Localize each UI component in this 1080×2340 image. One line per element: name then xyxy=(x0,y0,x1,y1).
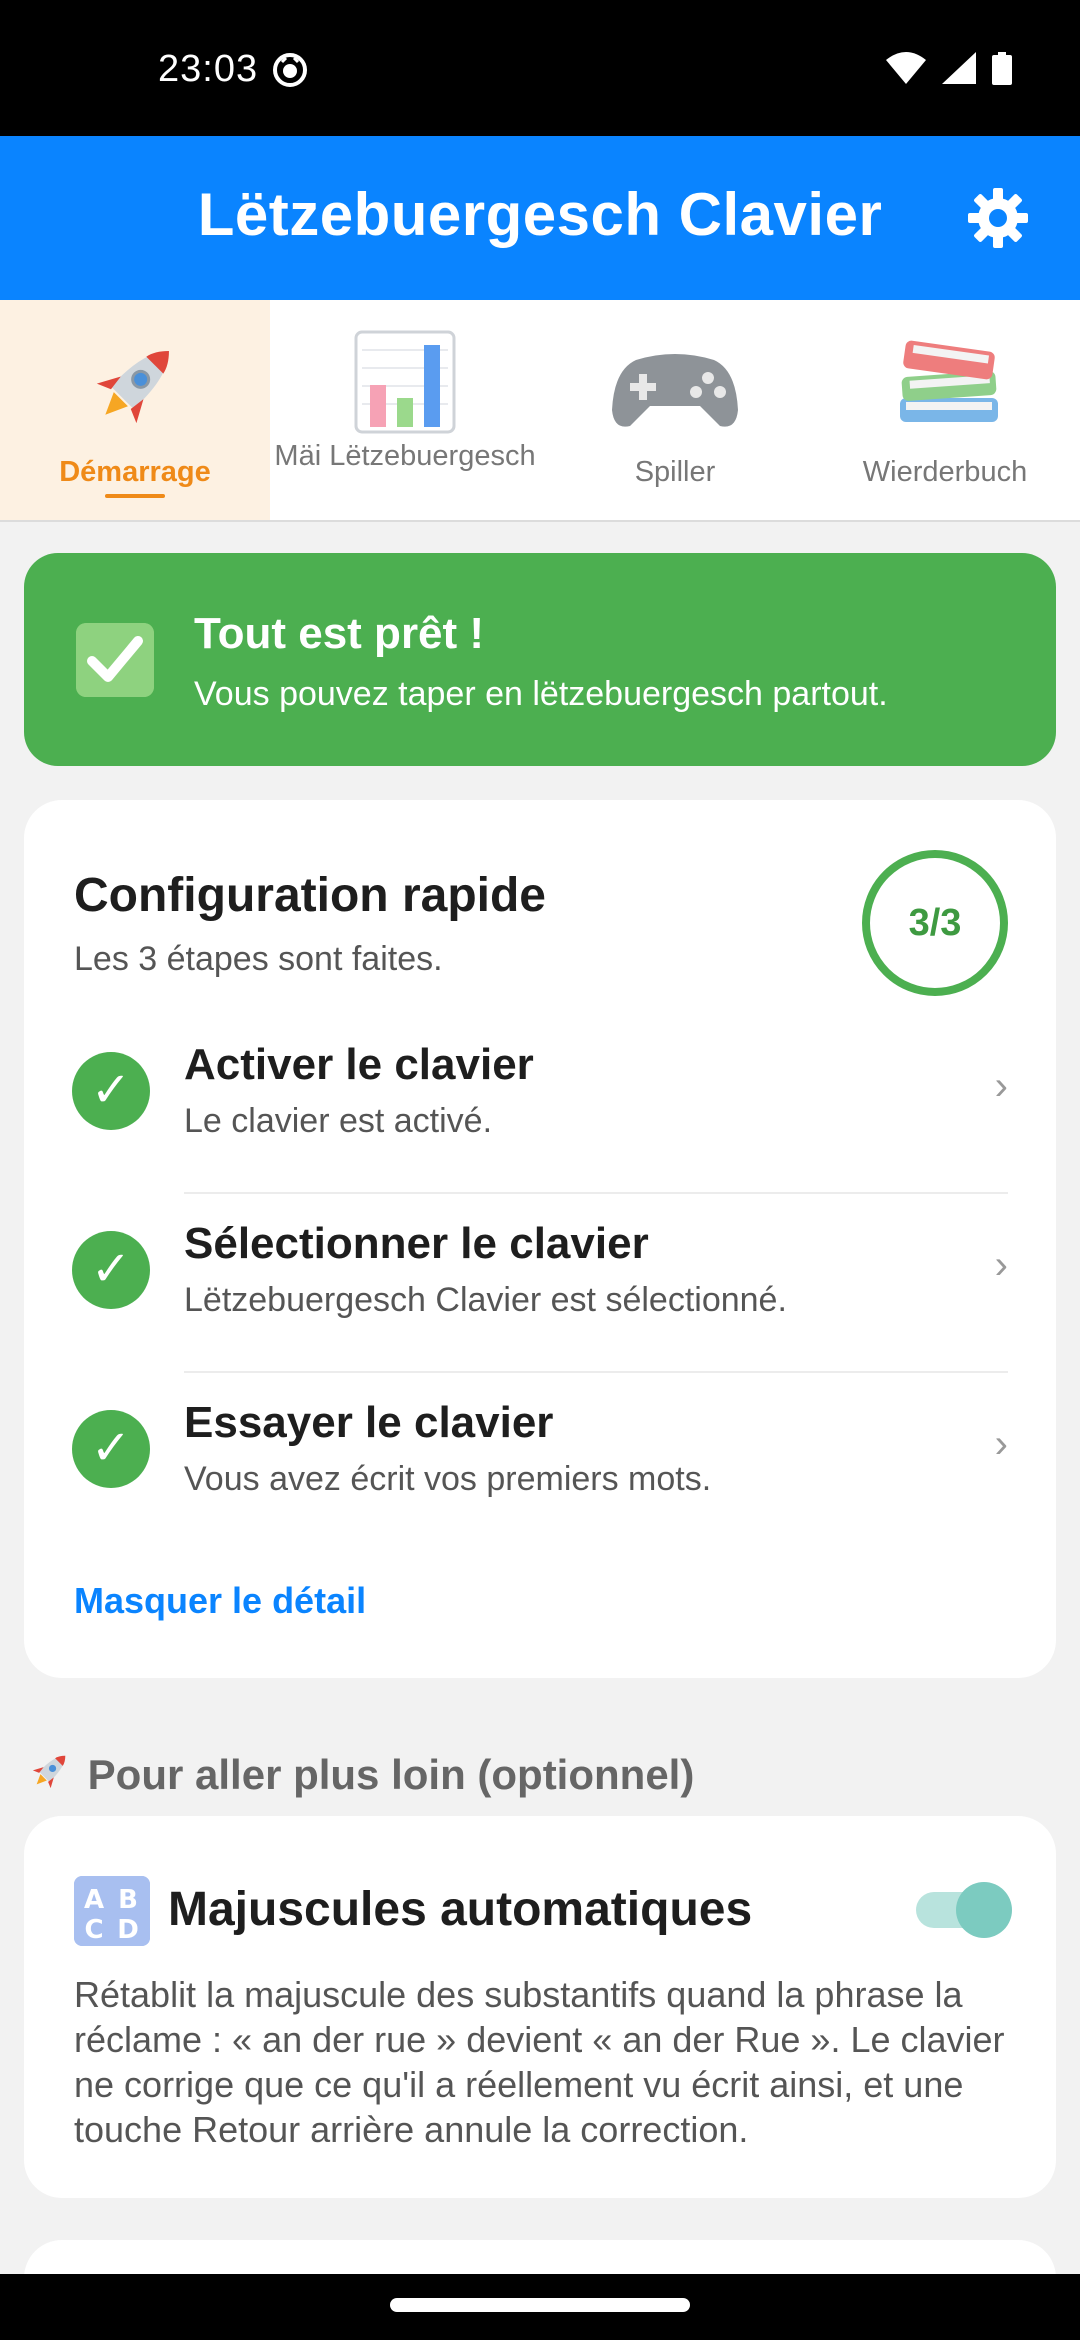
step-description: Le clavier est activé. xyxy=(184,1102,493,1140)
step-description: Lëtzebuergesch Clavier est sélectionné. xyxy=(184,1281,787,1319)
optional-section-title: Pour aller plus loin (optionnel) xyxy=(24,1745,694,1799)
step-select-keyboard[interactable]: ✓ Sélectionner le clavier Lëtzebuergesch… xyxy=(24,1195,1056,1373)
step-title: Essayer le clavier xyxy=(184,1398,554,1447)
signal-icon xyxy=(942,52,976,84)
rocket-icon xyxy=(96,351,169,424)
app-title: Lëtzebuergesch Clavier xyxy=(197,181,883,248)
setup-title: Configuration rapide xyxy=(74,869,546,922)
hide-details-link[interactable]: Masquer le détail xyxy=(74,1580,366,1622)
step-title: Activer le clavier xyxy=(184,1040,534,1089)
tab-label: Démarrage xyxy=(59,456,211,488)
battery-icon xyxy=(992,52,1012,85)
notification-icon xyxy=(273,53,307,87)
svg-text:D: D xyxy=(117,1915,139,1945)
tab-wierderbuch[interactable]: Wierderbuch xyxy=(810,300,1080,520)
system-status-icons xyxy=(886,52,1012,85)
gamepad-icon xyxy=(612,354,738,427)
tab-spiller[interactable]: Spiller xyxy=(540,300,810,520)
check-mark-icon xyxy=(76,623,154,697)
check-icon: ✓ xyxy=(72,1052,150,1130)
tab-label: Mäi Lëtzebuergesch xyxy=(274,440,536,472)
system-nav-bar xyxy=(0,2274,1080,2340)
rocket-icon xyxy=(32,1755,66,1789)
ready-banner: Tout est prêt ! Vous pouvez taper en lët… xyxy=(24,553,1056,766)
setup-subtitle: Les 3 étapes sont faites. xyxy=(74,940,443,978)
section-title-text: Pour aller plus loin (optionnel) xyxy=(87,1751,695,1798)
svg-text:B: B xyxy=(118,1885,138,1915)
tab-demarrage[interactable]: Démarrage xyxy=(0,300,270,520)
chevron-right-icon: › xyxy=(994,1064,1008,1108)
progress-ring: 3/3 xyxy=(862,850,1008,996)
step-try-keyboard[interactable]: ✓ Essayer le clavier Vous avez écrit vos… xyxy=(24,1374,1056,1552)
divider xyxy=(184,1371,1008,1373)
chevron-right-icon: › xyxy=(994,1243,1008,1287)
wifi-icon xyxy=(886,52,926,84)
books-icon xyxy=(900,340,998,422)
auto-caps-card: A B C D Majuscules automatiques Rétablit… xyxy=(24,1816,1056,2198)
auto-caps-toggle[interactable] xyxy=(910,1878,1016,1942)
tab-bar: Démarrage Mäi Lëtzebuergesch Spiller Wie… xyxy=(0,300,1080,522)
active-tab-indicator xyxy=(105,494,165,498)
tab-label: Wierderbuch xyxy=(862,456,1028,488)
status-time: 23:03 xyxy=(158,48,259,90)
banner-title: Tout est prêt ! xyxy=(194,609,485,658)
chevron-right-icon: › xyxy=(994,1422,1008,1466)
svg-text:A: A xyxy=(84,1885,104,1915)
check-icon: ✓ xyxy=(72,1410,150,1488)
step-activate-keyboard[interactable]: ✓ Activer le clavier Le clavier est acti… xyxy=(24,1016,1056,1194)
app-bar: Lëtzebuergesch Clavier xyxy=(0,136,1080,300)
check-icon: ✓ xyxy=(72,1231,150,1309)
tab-label: Spiller xyxy=(634,456,716,488)
banner-subtitle: Vous pouvez taper en lëtzebuergesch part… xyxy=(194,675,888,713)
auto-caps-description: Rétablit la majuscule des substantifs qu… xyxy=(74,1974,1005,2150)
step-title: Sélectionner le clavier xyxy=(184,1219,649,1268)
divider xyxy=(184,1192,1008,1194)
tab-mai-letzebuergesch[interactable]: Mäi Lëtzebuergesch xyxy=(270,300,540,520)
status-bar: 23:03 xyxy=(0,0,1080,136)
step-description: Vous avez écrit vos premiers mots. xyxy=(184,1460,712,1498)
svg-text:C: C xyxy=(84,1915,103,1945)
auto-caps-title: Majuscules automatiques xyxy=(168,1883,753,1936)
home-gesture-handle[interactable] xyxy=(390,2298,690,2312)
gear-icon[interactable] xyxy=(966,186,1030,250)
abcd-icon: A B C D xyxy=(74,1876,150,1946)
quick-setup-card: Configuration rapide Les 3 étapes sont f… xyxy=(24,800,1056,1678)
bar-chart-icon xyxy=(354,330,456,434)
